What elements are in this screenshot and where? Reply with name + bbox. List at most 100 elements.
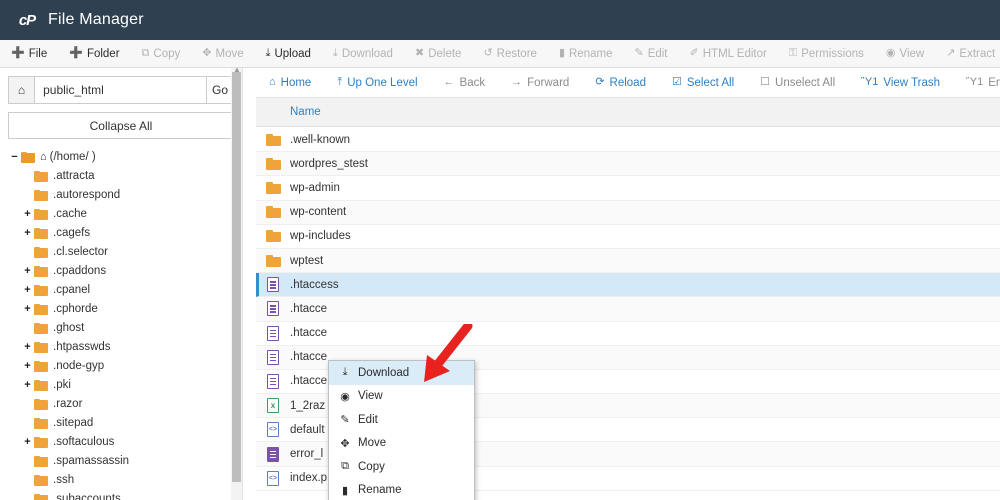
expand-icon[interactable]: + bbox=[21, 285, 34, 296]
spreadsheet-file-icon: x bbox=[262, 398, 284, 413]
nav-button-label: Up One Level bbox=[347, 77, 417, 89]
table-row[interactable]: wp-admin bbox=[256, 176, 1000, 200]
tree-item-label: .spamassassin bbox=[53, 456, 129, 468]
tree-item-.ssh[interactable]: .ssh bbox=[8, 471, 234, 490]
column-header-name[interactable]: Name bbox=[256, 106, 321, 118]
tree-item-.cagefs[interactable]: + .cagefs bbox=[8, 224, 234, 243]
folder-icon bbox=[262, 134, 284, 146]
file-name: wordpres_stest bbox=[290, 158, 368, 170]
file-name: wp-content bbox=[290, 206, 346, 218]
table-row[interactable]: .well-known bbox=[256, 128, 1000, 152]
table-row[interactable]: .htaccess bbox=[256, 273, 1000, 297]
nav-button-reload[interactable]: ⟳Reload bbox=[582, 68, 659, 97]
expand-icon[interactable]: + bbox=[21, 209, 34, 220]
table-row[interactable]: .htacce bbox=[256, 322, 1000, 346]
sidebar-scrollbar[interactable]: ▲ bbox=[231, 68, 242, 500]
app-header: cP File Manager bbox=[0, 0, 1000, 40]
folder-icon bbox=[262, 158, 284, 170]
expand-icon[interactable]: + bbox=[21, 342, 34, 353]
folder-icon bbox=[34, 247, 48, 258]
scrollbar-thumb[interactable] bbox=[232, 72, 241, 482]
tree-item-.razor[interactable]: .razor bbox=[8, 395, 234, 414]
nav-button-up-one-level[interactable]: ⤒Up One Level bbox=[324, 68, 430, 97]
nav-button-label: Forward bbox=[527, 77, 569, 89]
toolbar-button-restore: ↺Restore bbox=[472, 40, 548, 67]
expand-icon[interactable]: + bbox=[21, 266, 34, 277]
tree-item-.pki[interactable]: +.pki bbox=[8, 376, 234, 395]
toolbar-button-label: Folder bbox=[87, 48, 120, 60]
context-menu-item-move[interactable]: ✥Move bbox=[329, 432, 474, 456]
context-menu-item-edit[interactable]: ✎Edit bbox=[329, 408, 474, 432]
nav-button-home[interactable]: ⌂Home bbox=[256, 68, 324, 97]
file-name: error_l bbox=[290, 448, 323, 460]
nav-button-select-all[interactable]: ☑ Select All bbox=[659, 68, 747, 97]
tree-item-.autorespond[interactable]: .autorespond bbox=[8, 186, 234, 205]
expand-icon[interactable]: + bbox=[21, 380, 34, 391]
document-file-icon bbox=[262, 447, 284, 462]
collapse-all-button[interactable]: Collapse All bbox=[8, 112, 234, 139]
tree-item-.sitepad[interactable]: .sitepad bbox=[8, 414, 234, 433]
tree-item-.ghost[interactable]: .ghost bbox=[8, 319, 234, 338]
file-name: .htacce bbox=[290, 303, 327, 315]
nav-button-unselect-all[interactable]: ☐Unselect All bbox=[747, 68, 848, 97]
table-row[interactable]: wptest bbox=[256, 249, 1000, 273]
main-toolbar: ➕File➕Folder⧉Copy✥Move⤓Upload⤓Download✖D… bbox=[0, 40, 1000, 68]
table-row[interactable]: wp-includes bbox=[256, 225, 1000, 249]
table-row[interactable]: wp-content bbox=[256, 201, 1000, 225]
folder-icon bbox=[34, 418, 48, 429]
context-menu-item-label: View bbox=[358, 390, 383, 402]
tree-item-home[interactable]: −⌂(/home/ ) bbox=[8, 148, 234, 167]
toolbar-button-file[interactable]: ➕File bbox=[0, 40, 58, 67]
folder-icon bbox=[34, 323, 48, 334]
file-table-header: Name bbox=[256, 98, 1000, 127]
toolbar-button-upload[interactable]: ⤓Upload bbox=[255, 40, 322, 67]
expand-icon[interactable]: + bbox=[21, 361, 34, 372]
arrow-left-icon: ← bbox=[444, 77, 455, 88]
go-button[interactable]: Go bbox=[206, 76, 234, 104]
folder-icon bbox=[34, 228, 48, 239]
table-row[interactable]: .htacce bbox=[256, 297, 1000, 321]
expand-icon[interactable]: + bbox=[21, 304, 34, 315]
file-manager-window: cP File Manager ➕File ➕ Folder ⧉Copy✥Move ⤓U… bbox=[0, 0, 1000, 500]
nav-button-forward[interactable]: → Forward bbox=[498, 68, 582, 97]
context-menu-item-rename[interactable]: ▮Rename bbox=[329, 479, 474, 500]
home-icon[interactable]: ⌂ bbox=[8, 76, 35, 104]
nav-button-label: Back bbox=[460, 77, 486, 89]
context-menu-item-view[interactable]: ◉ View bbox=[329, 385, 474, 409]
expand-icon[interactable]: + bbox=[21, 437, 34, 448]
tree-item-.cpaddons[interactable]: +.cpaddons bbox=[8, 262, 234, 281]
expand-icon[interactable]: + bbox=[21, 228, 34, 239]
tree-item-.cache[interactable]: +.cache bbox=[8, 205, 234, 224]
toolbar-button-delete: ✖Delete bbox=[404, 40, 472, 67]
document-file-icon bbox=[262, 350, 284, 365]
tree-item-.softaculous[interactable]: +.softaculous bbox=[8, 433, 234, 452]
nav-button-view-trash[interactable]: Ὕ1View Trash bbox=[848, 68, 953, 97]
arrow-right-icon: → bbox=[511, 77, 522, 88]
tree-item-label: .cagefs bbox=[53, 228, 90, 240]
move-icon: ✥ bbox=[339, 437, 351, 450]
tree-item-.spamassassin[interactable]: .spamassassin bbox=[8, 452, 234, 471]
tree-item-.htpasswds[interactable]: +.htpasswds bbox=[8, 338, 234, 357]
tree-item-.node-gyp[interactable]: + .node-gyp bbox=[8, 357, 234, 376]
tree-item-label: .subaccounts bbox=[53, 494, 121, 500]
tree-item-.cphorde[interactable]: +.cphorde bbox=[8, 300, 234, 319]
nav-button-empty-trash[interactable]: Ὕ1Empty Trash bbox=[953, 68, 1000, 97]
collapse-icon[interactable]: − bbox=[8, 152, 21, 163]
eye-icon: ◉ bbox=[339, 390, 351, 403]
toolbar-button-folder[interactable]: ➕ Folder bbox=[58, 40, 130, 67]
tree-item-.cpanel[interactable]: +.cpanel bbox=[8, 281, 234, 300]
nav-button-back[interactable]: ← Back bbox=[431, 68, 499, 97]
checkbox-checked-icon: ☑ bbox=[672, 77, 682, 88]
toolbar-button-label: Extract bbox=[959, 48, 995, 60]
tree-item-.cl.selector[interactable]: .cl.selector bbox=[8, 243, 234, 262]
tree-item-label: .node-gyp bbox=[53, 361, 104, 373]
home-icon: ⌂ bbox=[40, 152, 47, 163]
tree-item-.subaccounts[interactable]: .subaccounts bbox=[8, 490, 234, 500]
context-menu-item-download[interactable]: ⤓Download bbox=[329, 361, 474, 385]
context-menu-item-copy[interactable]: ⧉Copy bbox=[329, 455, 474, 479]
tree-item-.attracta[interactable]: .attracta bbox=[8, 167, 234, 186]
plus-icon: ➕ bbox=[69, 48, 83, 59]
table-row[interactable]: wordpres_stest bbox=[256, 152, 1000, 176]
nav-button-label: Select All bbox=[687, 77, 734, 89]
path-input[interactable] bbox=[35, 76, 206, 104]
